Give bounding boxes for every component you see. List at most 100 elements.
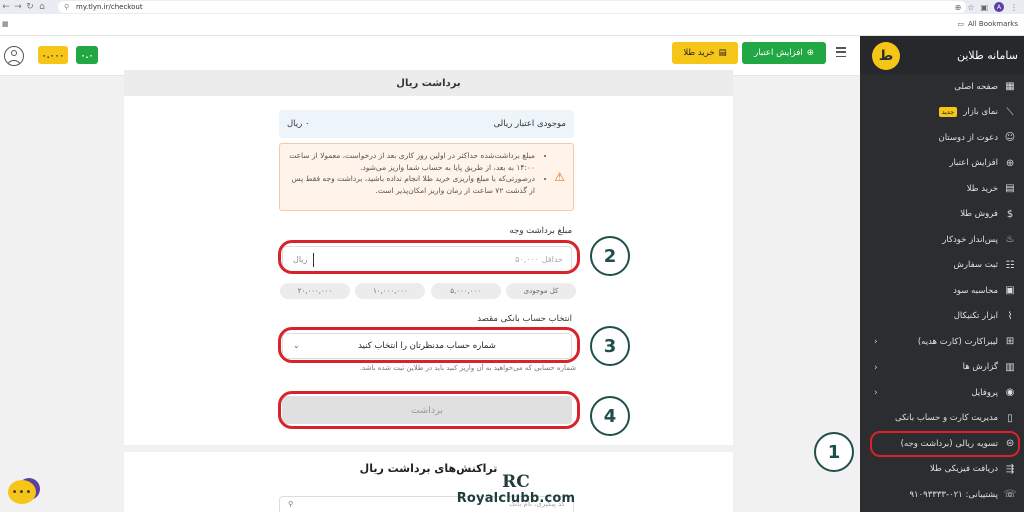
dollar-circle-icon: ⊜	[1005, 438, 1015, 450]
profile-avatar[interactable]: A	[994, 2, 1004, 12]
menu-dots-icon[interactable]: ⋮	[1010, 3, 1018, 12]
chat-widget[interactable]: •••	[6, 476, 42, 508]
profile-icon: ◉	[1005, 387, 1015, 399]
gift-icon: ⊞	[1005, 336, 1015, 348]
gold-balance-badge[interactable]: ۰.۰۰۰	[38, 46, 68, 64]
order-icon: ☷	[1005, 259, 1015, 271]
search-icon: ⚲	[288, 500, 294, 508]
reload-icon[interactable]: ↻	[24, 0, 36, 14]
quick-amount-chip[interactable]: ۵,۰۰۰,۰۰۰	[430, 283, 501, 299]
bank-label: انتخاب حساب بانکی مقصد	[477, 314, 572, 324]
apps-icon[interactable]: ▦	[2, 20, 9, 28]
sidebar-item-label: نمای بازار	[963, 107, 998, 118]
sidebar-item[interactable]: ♨ پس‌انداز خودکار	[860, 227, 1024, 253]
user-account-icon[interactable]	[4, 46, 24, 66]
chat-icon: •••	[8, 480, 36, 504]
folder-icon: ▭	[957, 20, 964, 28]
sidebar-item[interactable]: ▣ محاسبه سود	[860, 278, 1024, 304]
step-number-4: 4	[590, 396, 630, 436]
withdraw-title: برداشت ریال	[124, 70, 733, 96]
all-bookmarks-label: All Bookmarks	[967, 20, 1018, 28]
chevron-left-icon: ‹	[874, 362, 878, 373]
quick-amount-chip[interactable]: ۲۰,۰۰۰,۰۰۰	[280, 283, 350, 299]
sidebar-item-label: لیبراکارت (کارت هدیه)	[917, 336, 998, 347]
plus-circle-icon: ⊕	[1005, 157, 1015, 169]
sidebar-item[interactable]: ☏ پشتیبانی: ۰۲۱-۹۱۰۹۳۳۳۳	[860, 482, 1024, 508]
sidebar: سامانه طلاین ط ▦ صفحه اصلی ⟋ نمای بازار جدید…	[860, 36, 1024, 512]
sidebar-item[interactable]: ▤ خرید طلا	[860, 176, 1024, 202]
sidebar-item[interactable]: ⇶ دریافت فیزیکی طلا	[860, 457, 1024, 483]
quick-amount-chip[interactable]: ۱۰,۰۰۰,۰۰۰	[355, 283, 426, 299]
annotation-ring-amount	[278, 240, 580, 274]
sidebar-item[interactable]: ⊕ افزایش اعتبار	[860, 151, 1024, 177]
watermark-text: Royalclubb.com	[456, 491, 576, 506]
sidebar-item-label: پروفایل	[971, 387, 998, 398]
balance-value: ۰ ریال	[287, 119, 310, 129]
brand-logo[interactable]: ط	[872, 42, 900, 70]
sidebar-item[interactable]: ☷ ثبت سفارش	[860, 253, 1024, 279]
sidebar-item[interactable]: ⊞ لیبراکارت (کارت هدیه) ‹	[860, 329, 1024, 355]
forward-icon[interactable]: →	[12, 0, 24, 14]
all-bookmarks-button[interactable]: ▭ All Bookmarks	[957, 20, 1018, 28]
sidebar-item-label: فروش طلا	[960, 209, 998, 220]
back-icon[interactable]: ←	[0, 0, 12, 14]
piggy-bank-icon: ♨	[1005, 234, 1015, 246]
notice-item: مبلغ برداشت‌شده حداکثر در اولین روز کاری…	[288, 150, 535, 173]
sidebar-item[interactable]: ⊜ تسویه ریالی (برداشت وجه)	[860, 431, 1024, 457]
sidebar-item-label: صفحه اصلی	[954, 81, 998, 92]
amount-label: مبلغ برداشت وجه	[509, 226, 572, 236]
sidebar-item-label: خرید طلا	[966, 183, 998, 194]
sidebar-item[interactable]: ⟋ نمای بازار جدید	[860, 100, 1024, 126]
card-icon: ▯	[1007, 412, 1013, 424]
sidebar-item[interactable]: ◉ پروفایل ‹	[860, 380, 1024, 406]
bookmark-bar: ▦ ▭ All Bookmarks	[0, 14, 1024, 36]
report-icon: ▥	[1005, 361, 1015, 373]
sidebar-item-label: تسویه ریالی (برداشت وجه)	[900, 438, 998, 449]
chevron-left-icon: ‹	[874, 388, 878, 398]
grid-icon: ▦	[1005, 81, 1015, 93]
sidebar-item[interactable]: ▯ مدیریت کارت و حساب بانکی	[860, 406, 1024, 432]
url-text: my.tlyn.ir/checkout	[76, 3, 143, 11]
sidebar-item-label: محاسبه سود	[953, 285, 998, 296]
step-number-2: 2	[590, 236, 630, 276]
browser-toolbar: ← → ↻ ⌂ ⚲ my.tlyn.ir/checkout ⊕ ☆ ▣ A ⋮	[0, 0, 1024, 14]
bank-helper-text: شماره حسابی که می‌خواهید به آن واریز کنی…	[359, 364, 576, 372]
site-info-icon[interactable]: ⚲	[64, 3, 72, 11]
technical-chart-icon: ⌇	[1007, 310, 1013, 322]
new-badge: جدید	[938, 107, 958, 118]
sidebar-item[interactable]: ▦ صفحه اصلی	[860, 74, 1024, 100]
step-number-3: 3	[590, 326, 630, 366]
sidebar-item[interactable]: ☺ دعوت از دوستان	[860, 125, 1024, 151]
sidebar-item[interactable]: ▥ گزارش ها ‹	[860, 355, 1024, 381]
rial-balance-badge[interactable]: ۰.۰	[76, 46, 98, 64]
home-icon[interactable]: ⌂	[36, 0, 48, 14]
quick-amount-all[interactable]: کل موجودی	[505, 283, 576, 299]
buy-gold-button[interactable]: خرید طلا ▤	[672, 42, 738, 64]
chart-icon: ⟋	[1006, 106, 1014, 118]
sidebar-item-label: افزایش اعتبار	[949, 158, 998, 169]
transactions-title: تراکنش‌های برداشت ریال	[359, 462, 498, 475]
sidebar-item-label: ثبت سفارش	[953, 260, 998, 271]
sidebar-item[interactable]: $ فروش طلا	[860, 202, 1024, 228]
users-icon: ☺	[1004, 132, 1016, 144]
calculator-icon: ▣	[1005, 285, 1015, 297]
sidebar-menu: ▦ صفحه اصلی ⟋ نمای بازار جدید ☺ دعوت از دوستان…	[860, 74, 1024, 508]
increase-credit-button[interactable]: افزایش اعتبار ⊕	[742, 42, 826, 64]
quick-amounts: ۲۰,۰۰۰,۰۰۰ ۱۰,۰۰۰,۰۰۰ ۵,۰۰۰,۰۰۰ کل موجود…	[280, 283, 576, 299]
zoom-icon[interactable]: ⊕	[955, 3, 962, 12]
star-icon[interactable]: ☆	[967, 3, 974, 12]
menu-toggle-icon[interactable]	[836, 47, 846, 57]
chevron-left-icon: ‹	[874, 337, 878, 347]
sidebar-item-label: گزارش ها	[962, 362, 998, 373]
watermark: RC Royalclubb.com	[452, 474, 580, 510]
sidebar-item[interactable]: ⌇ ابزار تکنیکال	[860, 304, 1024, 330]
address-bar[interactable]: ⚲ my.tlyn.ir/checkout	[58, 1, 966, 13]
sidebar-item-label: دعوت از دوستان	[938, 132, 998, 143]
sidebar-item-label: ابزار تکنیکال	[953, 311, 998, 322]
sidebar-item-label: پس‌انداز خودکار	[942, 234, 998, 245]
withdraw-notice: ⚠ مبلغ برداشت‌شده حداکثر در اولین روز کا…	[279, 143, 574, 211]
gold-bars-icon: ▤	[718, 48, 727, 58]
extensions-icon[interactable]: ▣	[980, 3, 988, 12]
watermark-logo: RC	[502, 472, 530, 492]
balance-label: موجودی اعتبار ریالی	[493, 119, 566, 129]
